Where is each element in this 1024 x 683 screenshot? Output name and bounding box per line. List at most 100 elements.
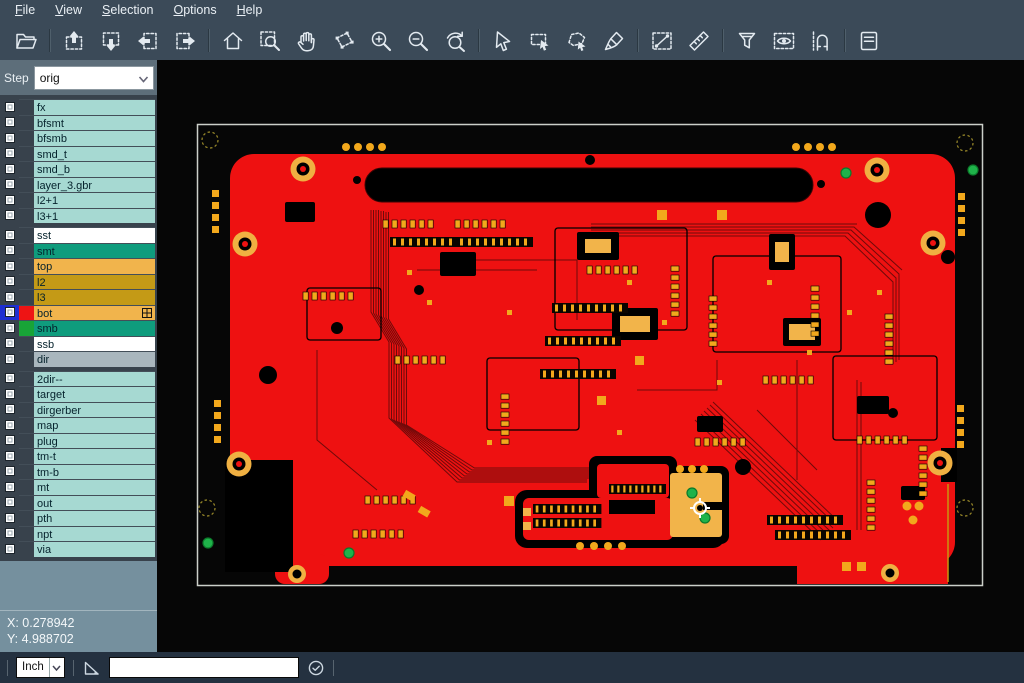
pcb-canvas[interactable]: [157, 60, 1024, 652]
menu-item[interactable]: File: [5, 1, 45, 20]
layer-color-swatch[interactable]: [19, 448, 34, 464]
layer-checkbox[interactable]: [0, 274, 19, 290]
layer-color-swatch[interactable]: [19, 479, 34, 495]
snap-magnet-button[interactable]: [802, 25, 839, 57]
layer-color-swatch[interactable]: [19, 336, 34, 352]
layer-name[interactable]: bfsmb: [34, 130, 155, 146]
layer-checkbox[interactable]: [0, 161, 19, 177]
layer-row[interactable]: dirgerber: [0, 402, 157, 418]
layer-row[interactable]: tm-b: [0, 464, 157, 480]
zoom-home-button[interactable]: [214, 25, 251, 57]
layer-checkbox[interactable]: [0, 305, 19, 321]
layer-checkbox[interactable]: [0, 130, 19, 146]
layer-name[interactable]: l3+1: [34, 208, 155, 224]
layer-color-swatch[interactable]: [19, 526, 34, 542]
layer-name[interactable]: sst: [34, 227, 155, 243]
layer-color-swatch[interactable]: [19, 386, 34, 402]
layer-checkbox[interactable]: [0, 448, 19, 464]
layer-color-swatch[interactable]: [19, 305, 34, 321]
layer-checkbox[interactable]: [0, 495, 19, 511]
layer-checkbox[interactable]: [0, 433, 19, 449]
layer-color-swatch[interactable]: [19, 243, 34, 259]
layer-checkbox[interactable]: [0, 371, 19, 387]
layer-name[interactable]: pth: [34, 510, 155, 526]
layer-color-swatch[interactable]: [19, 115, 34, 131]
shift-right-button[interactable]: [166, 25, 203, 57]
command-input[interactable]: [109, 657, 299, 678]
layer-checkbox[interactable]: [0, 243, 19, 259]
layer-row[interactable]: smt: [0, 243, 157, 259]
layer-name[interactable]: 2dir--: [34, 371, 155, 387]
layer-row[interactable]: smb: [0, 320, 157, 336]
layer-checkbox[interactable]: [0, 402, 19, 418]
layer-name[interactable]: l2+1: [34, 192, 155, 208]
zoom-object-button[interactable]: [325, 25, 362, 57]
layer-color-swatch[interactable]: [19, 320, 34, 336]
layer-checkbox[interactable]: [0, 386, 19, 402]
layer-name[interactable]: via: [34, 541, 155, 557]
layer-row[interactable]: pth: [0, 510, 157, 526]
layer-row[interactable]: map: [0, 417, 157, 433]
layer-row[interactable]: via: [0, 541, 157, 557]
layer-color-swatch[interactable]: [19, 177, 34, 193]
zoom-previous-button[interactable]: [436, 25, 473, 57]
layer-name[interactable]: map: [34, 417, 155, 433]
layer-row[interactable]: fx: [0, 99, 157, 115]
set-square-button[interactable]: [82, 659, 101, 677]
sync-check-button[interactable]: [307, 659, 325, 677]
select-window-button[interactable]: [521, 25, 558, 57]
layer-checkbox[interactable]: [0, 479, 19, 495]
layer-checkbox[interactable]: [0, 177, 19, 193]
layer-name[interactable]: fx: [34, 99, 155, 115]
layer-checkbox[interactable]: [0, 464, 19, 480]
menu-item[interactable]: View: [45, 1, 92, 20]
layer-color-swatch[interactable]: [19, 146, 34, 162]
layer-color-swatch[interactable]: [19, 258, 34, 274]
layer-name[interactable]: dirgerber: [34, 402, 155, 418]
layer-row[interactable]: bfsmt: [0, 115, 157, 131]
layer-row[interactable]: out: [0, 495, 157, 511]
layer-row[interactable]: l3+1: [0, 208, 157, 224]
layer-checkbox[interactable]: [0, 320, 19, 336]
layer-color-swatch[interactable]: [19, 99, 34, 115]
layer-row[interactable]: layer_3.gbr: [0, 177, 157, 193]
layer-color-swatch[interactable]: [19, 541, 34, 557]
menu-item[interactable]: Selection: [92, 1, 163, 20]
zoom-in-button[interactable]: [362, 25, 399, 57]
layer-checkbox[interactable]: [0, 336, 19, 352]
layer-row[interactable]: 2dir--: [0, 371, 157, 387]
layer-row[interactable]: smd_t: [0, 146, 157, 162]
measure-ruler-button[interactable]: [680, 25, 717, 57]
shift-up-button[interactable]: [55, 25, 92, 57]
layer-row[interactable]: bfsmb: [0, 130, 157, 146]
highlight-window-button[interactable]: [765, 25, 802, 57]
step-select[interactable]: orig: [34, 66, 154, 90]
layer-name[interactable]: out: [34, 495, 155, 511]
layer-name[interactable]: smd_t: [34, 146, 155, 162]
layer-checkbox[interactable]: [0, 227, 19, 243]
layer-name[interactable]: dir: [34, 351, 155, 367]
layer-name[interactable]: bot: [34, 305, 155, 321]
select-polygon-button[interactable]: [558, 25, 595, 57]
layer-color-swatch[interactable]: [19, 130, 34, 146]
layer-name[interactable]: npt: [34, 526, 155, 542]
select-pointer-button[interactable]: [484, 25, 521, 57]
layer-row[interactable]: bot: [0, 305, 157, 321]
zoom-out-button[interactable]: [399, 25, 436, 57]
layer-name[interactable]: target: [34, 386, 155, 402]
shift-down-button[interactable]: [92, 25, 129, 57]
layer-row[interactable]: l3: [0, 289, 157, 305]
layer-row[interactable]: target: [0, 386, 157, 402]
layer-row[interactable]: l2+1: [0, 192, 157, 208]
layer-row[interactable]: npt: [0, 526, 157, 542]
layer-name[interactable]: tm-t: [34, 448, 155, 464]
layer-checkbox[interactable]: [0, 192, 19, 208]
layer-color-swatch[interactable]: [19, 351, 34, 367]
layer-name[interactable]: l2: [34, 274, 155, 290]
layer-checkbox[interactable]: [0, 510, 19, 526]
layer-color-swatch[interactable]: [19, 510, 34, 526]
layer-name[interactable]: smd_b: [34, 161, 155, 177]
layer-checkbox[interactable]: [0, 258, 19, 274]
layer-row[interactable]: sst: [0, 227, 157, 243]
layer-color-swatch[interactable]: [19, 464, 34, 480]
